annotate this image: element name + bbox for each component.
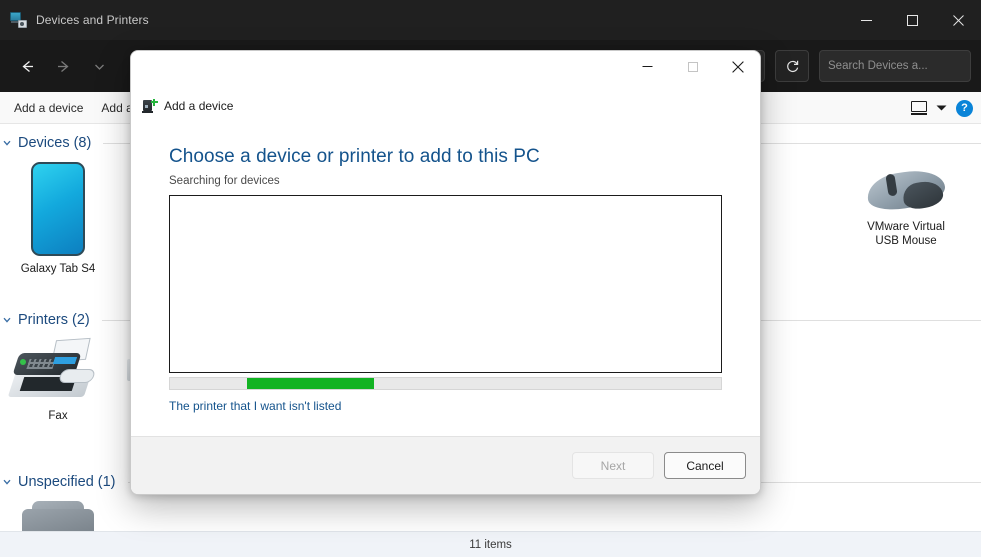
add-a-device-dialog: Add a device Choose a device or printer … xyxy=(130,50,761,495)
maximize-icon xyxy=(670,51,715,82)
close-icon[interactable] xyxy=(715,51,760,82)
printer-not-listed-link[interactable]: The printer that I want isn't listed xyxy=(169,399,341,413)
view-layout-icon[interactable] xyxy=(911,101,927,115)
device-list-box[interactable] xyxy=(169,195,722,373)
status-bar: 11 items xyxy=(0,531,981,557)
group-label-printers: Printers (2) xyxy=(18,312,90,328)
chevron-down-icon[interactable] xyxy=(2,477,12,487)
refresh-icon[interactable] xyxy=(775,50,809,82)
dialog-body: Choose a device or printer to add to thi… xyxy=(131,119,760,436)
unspecified-device-icon xyxy=(20,501,96,531)
window-title: Devices and Printers xyxy=(36,13,149,27)
status-item-count: 11 items xyxy=(469,538,512,551)
add-a-device-icon xyxy=(142,98,158,114)
window-controls xyxy=(843,0,981,40)
device-tile-galaxy-tab[interactable]: Galaxy Tab S4 xyxy=(6,154,110,276)
dialog-titlebar xyxy=(131,51,760,93)
minimize-icon[interactable] xyxy=(625,51,670,82)
group-label-devices: Devices (8) xyxy=(18,135,92,151)
minimize-icon[interactable] xyxy=(843,0,889,40)
mouse-icon xyxy=(864,162,948,214)
help-icon[interactable]: ? xyxy=(956,99,973,117)
printer-tile-fax[interactable]: Fax xyxy=(6,331,110,423)
device-tile-vmware-mouse[interactable]: VMware Virtual USB Mouse xyxy=(854,154,958,276)
dialog-footer: Next Cancel xyxy=(131,436,760,494)
progress-fill xyxy=(247,378,374,389)
cancel-button[interactable]: Cancel xyxy=(664,452,746,479)
tiles-unspecified xyxy=(0,493,981,531)
back-arrow-icon[interactable] xyxy=(10,49,44,83)
maximize-icon[interactable] xyxy=(889,0,935,40)
devices-and-printers-icon xyxy=(10,12,27,28)
dialog-heading: Choose a device or printer to add to thi… xyxy=(169,146,540,167)
next-button: Next xyxy=(572,452,654,479)
chevron-down-icon[interactable] xyxy=(936,104,947,112)
fax-icon xyxy=(7,337,106,403)
chevron-down-icon[interactable] xyxy=(82,49,116,83)
unspecified-tile[interactable] xyxy=(6,493,110,531)
search-box[interactable] xyxy=(819,50,981,82)
chevron-down-icon[interactable] xyxy=(2,138,12,148)
toolbar-add-a-device[interactable]: Add a device xyxy=(6,97,91,119)
tile-label: VMware Virtual USB Mouse xyxy=(867,221,945,247)
toolbar-right-group: ? xyxy=(911,92,973,124)
forward-arrow-icon[interactable] xyxy=(46,49,80,83)
titlebar-left: Devices and Printers xyxy=(0,12,149,28)
tile-label: Fax xyxy=(48,410,68,422)
search-input[interactable] xyxy=(828,60,981,72)
search-progress-bar xyxy=(169,377,722,390)
close-icon[interactable] xyxy=(935,0,981,40)
window-titlebar: Devices and Printers xyxy=(0,0,981,40)
dialog-header: Add a device xyxy=(131,93,760,119)
group-label-unspecified: Unspecified (1) xyxy=(18,474,116,490)
dialog-subtext: Searching for devices xyxy=(169,175,280,187)
tile-label: Galaxy Tab S4 xyxy=(20,263,96,275)
tablet-icon xyxy=(31,162,85,256)
chevron-down-icon[interactable] xyxy=(2,315,12,325)
dialog-header-title: Add a device xyxy=(164,99,234,113)
